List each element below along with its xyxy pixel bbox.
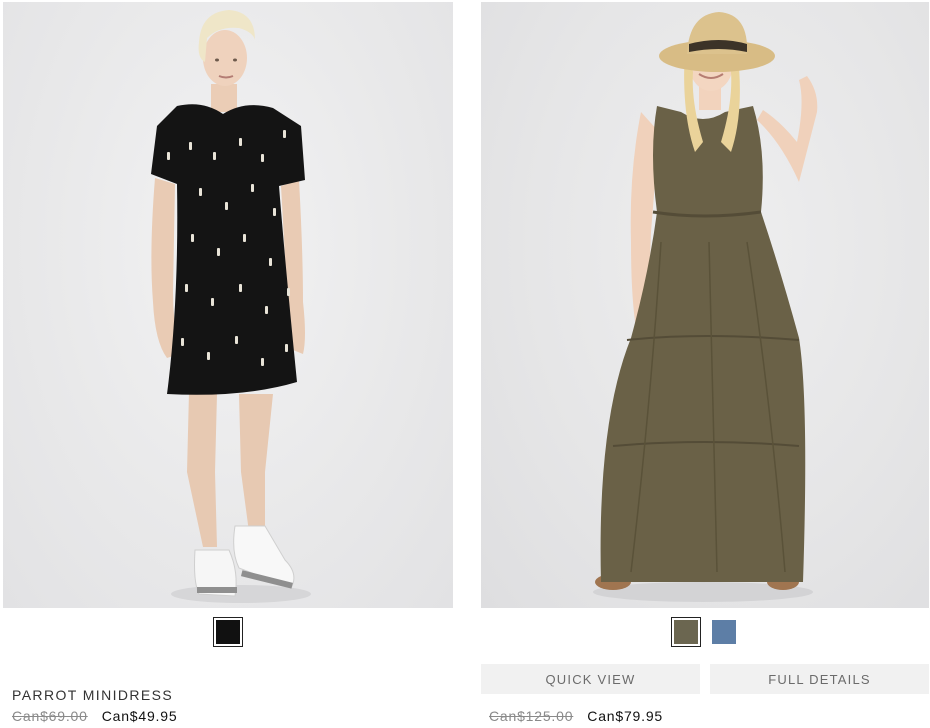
product-grid: PARROT MINIDRESS Can$69.00 Can$49.95 QUI…: [0, 0, 930, 728]
swatch-fill: [712, 620, 736, 644]
sale-price: Can$49.95: [101, 708, 178, 724]
product-card: QUICK VIEW FULL DETAILS Can$125.00 Can$7…: [481, 0, 929, 728]
swatch-fill: [674, 620, 698, 644]
price-row: Can$125.00 Can$79.95: [489, 708, 663, 724]
price-row: Can$69.00 Can$49.95: [12, 708, 177, 724]
color-swatches: [3, 617, 453, 647]
product-image[interactable]: [3, 2, 453, 608]
color-swatch-olive[interactable]: [671, 617, 701, 647]
color-swatch-blue[interactable]: [709, 617, 739, 647]
quick-view-button[interactable]: QUICK VIEW: [481, 664, 700, 694]
product-name[interactable]: PARROT MINIDRESS: [12, 687, 173, 703]
product-card: PARROT MINIDRESS Can$69.00 Can$49.95: [3, 0, 453, 728]
swatch-fill: [216, 620, 240, 644]
product-image[interactable]: [481, 2, 929, 608]
original-price: Can$69.00: [12, 708, 88, 724]
color-swatches: [481, 617, 929, 647]
full-details-button[interactable]: FULL DETAILS: [710, 664, 929, 694]
original-price: Can$125.00: [489, 708, 574, 724]
sale-price: Can$79.95: [587, 708, 663, 724]
product-actions: QUICK VIEW FULL DETAILS: [481, 664, 929, 694]
color-swatch-black[interactable]: [213, 617, 243, 647]
